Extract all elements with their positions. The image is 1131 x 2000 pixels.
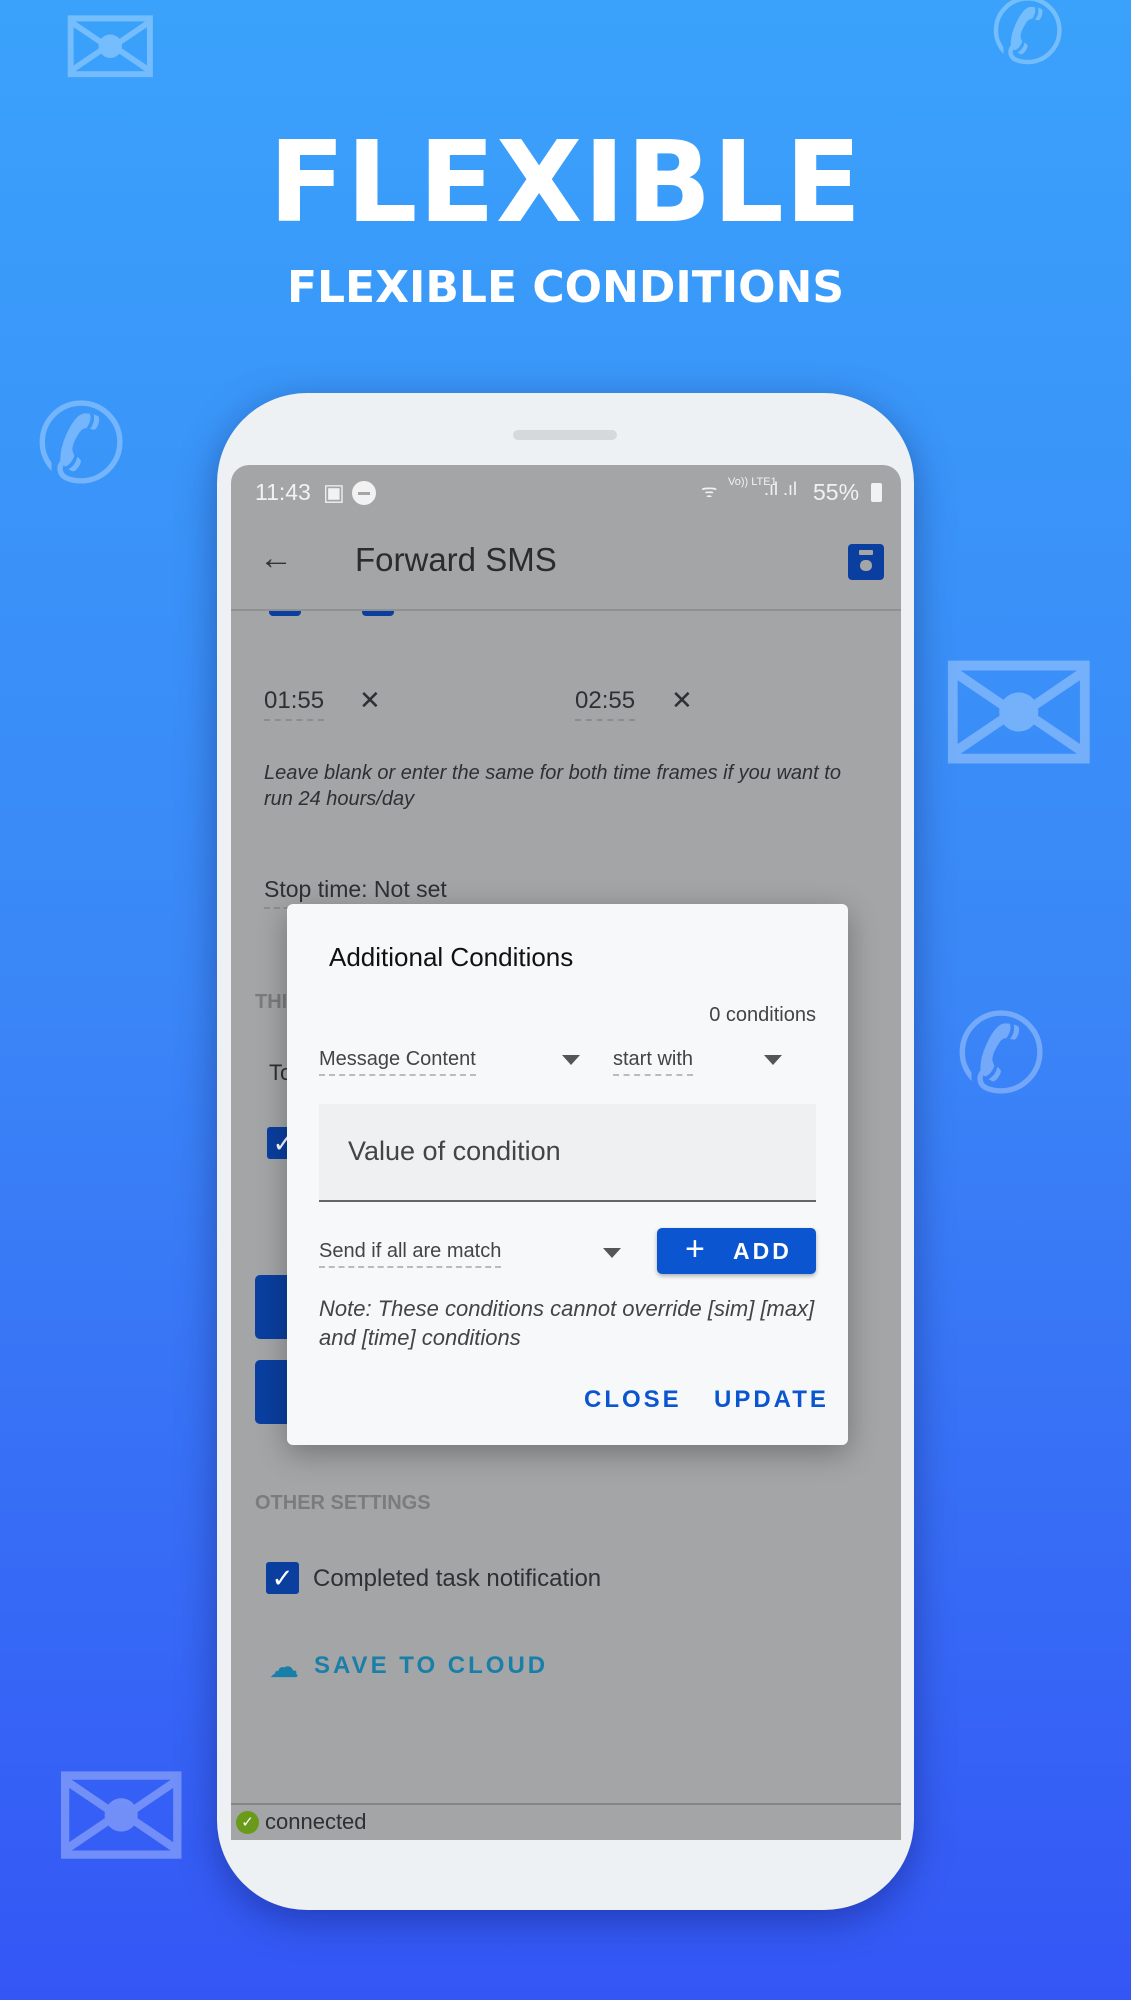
save-to-cloud-button[interactable]: SAVE TO CLOUD	[314, 1652, 548, 1680]
value-input[interactable]: Value of condition	[319, 1104, 816, 1202]
phone-speaker	[513, 430, 617, 440]
chevron-down-icon[interactable]	[603, 1248, 621, 1258]
additional-conditions-dialog: Additional Conditions 0 conditions Messa…	[287, 904, 848, 1445]
chevron-down-icon[interactable]	[562, 1055, 580, 1065]
match-select[interactable]: Send if all are match	[319, 1240, 502, 1268]
envelope-icon: ✉	[935, 605, 1103, 828]
operator-select[interactable]: start with	[613, 1048, 694, 1076]
phone-icon: ✆	[990, 0, 1066, 83]
save-icon[interactable]	[848, 544, 884, 580]
dialog-title: Additional Conditions	[329, 942, 574, 972]
field-select[interactable]: Message Content	[319, 1048, 476, 1076]
battery-level: 55%	[813, 479, 860, 505]
arrow-left-icon[interactable]: ←	[259, 539, 293, 578]
clear-start-icon[interactable]: ✕	[359, 685, 381, 716]
checkbox-partial	[269, 611, 301, 616]
image-icon: ▣	[323, 479, 345, 505]
add-label: ADD	[733, 1238, 792, 1264]
connected-icon: ✓	[236, 1811, 259, 1834]
checkbox-partial	[362, 611, 394, 616]
phone-icon: ✆	[955, 993, 1048, 1116]
hero-subtitle: FLEXIBLE CONDITIONS	[286, 262, 845, 313]
phone-icon: ✆	[35, 383, 128, 506]
footer-divider	[231, 1803, 901, 1805]
add-button[interactable]: + ADD	[657, 1228, 816, 1274]
appbar-divider	[231, 609, 901, 611]
hero-title: FLEXIBLE	[268, 118, 863, 248]
phone-screen: 11:43 ▣ ᯤ Vo)) LTE1 .ıl .ıl 55% ← Forwar…	[231, 465, 901, 1840]
notification-checkbox[interactable]: ✓	[266, 1562, 299, 1594]
chevron-down-icon[interactable]	[764, 1055, 782, 1065]
wifi-icon: ᯤ	[701, 481, 718, 501]
connection-status: connected	[265, 1809, 367, 1834]
page-title: Forward SMS	[355, 541, 557, 578]
value-placeholder: Value of condition	[348, 1136, 561, 1166]
start-time-field[interactable]: 01:55	[264, 687, 325, 721]
cloud-upload-icon[interactable]: ☁	[269, 1650, 299, 1685]
plus-icon: +	[685, 1230, 705, 1268]
end-time-field[interactable]: 02:55	[575, 687, 636, 721]
battery-icon	[871, 483, 882, 502]
notification-label: Completed task notification	[313, 1565, 602, 1592]
envelope-icon: ✉	[60, 0, 161, 116]
time-hint: Leave blank or enter the same for both t…	[264, 762, 841, 810]
envelope-icon: ✉	[50, 1724, 193, 1914]
dialog-note: Note: These conditions cannot override […	[319, 1296, 815, 1350]
section-header: THI	[255, 991, 288, 1013]
conditions-count: 0 conditions	[709, 1004, 816, 1026]
other-settings-header: OTHER SETTINGS	[255, 1492, 431, 1514]
update-button[interactable]: UPDATE	[714, 1386, 829, 1414]
dnd-icon	[352, 481, 376, 505]
close-button[interactable]: CLOSE	[584, 1386, 682, 1414]
clear-end-icon[interactable]: ✕	[671, 685, 693, 716]
status-time: 11:43	[255, 479, 311, 505]
signal-icon: .ıl .ıl	[764, 479, 798, 499]
